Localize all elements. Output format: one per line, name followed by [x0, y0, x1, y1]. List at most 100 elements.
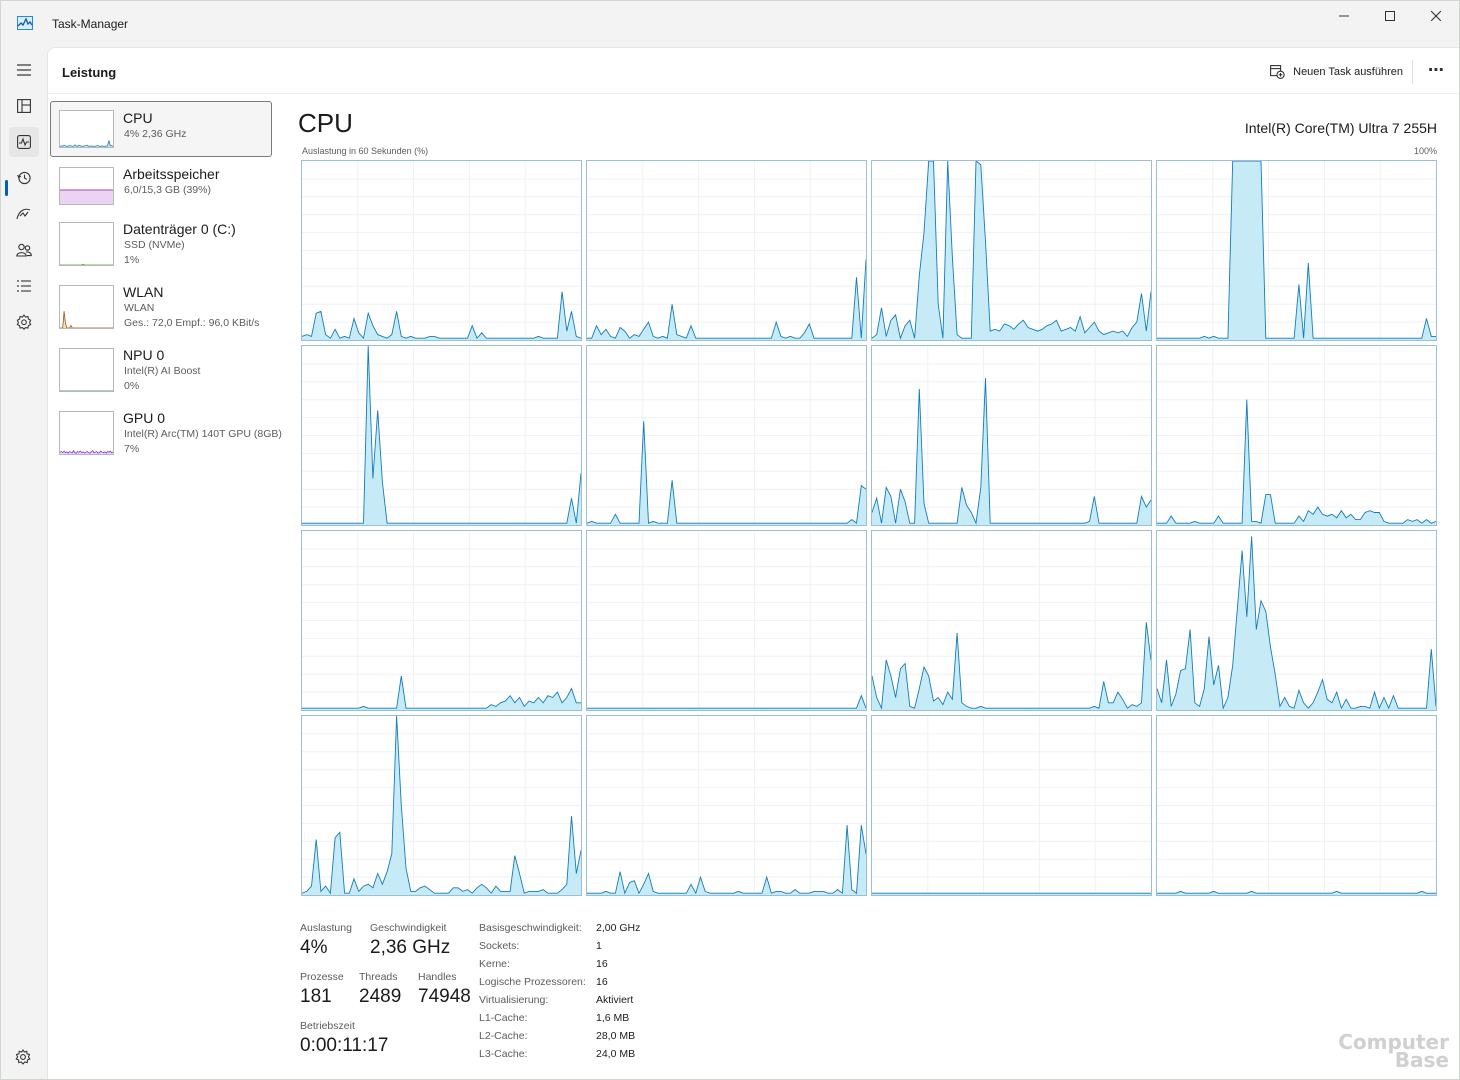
- npu-thumbnail-graph: [59, 348, 114, 392]
- uptime-value: 0:00:11:17: [300, 1035, 389, 1056]
- usage-area: [302, 676, 581, 710]
- resource-name: NPU 0: [123, 347, 165, 363]
- logical-processor-graph: [871, 160, 1152, 341]
- spec-value: 1: [596, 940, 602, 952]
- nav-services-button[interactable]: [9, 307, 39, 337]
- resource-item-wlan[interactable]: WLAN WLAN Ges.: 72,0 Empf.: 96,0 KBit/s: [50, 277, 272, 339]
- resource-item-gpu[interactable]: GPU 0 Intel(R) Arc(TM) 140T GPU (8GB) 7%: [50, 403, 282, 465]
- resource-detail: 4% 2,36 GHz: [124, 128, 187, 140]
- nav-users-button[interactable]: [9, 235, 39, 265]
- details-icon: [17, 280, 31, 292]
- minimize-button[interactable]: [1321, 1, 1367, 31]
- usage-line: [1157, 890, 1436, 894]
- services-icon: [16, 314, 32, 330]
- resource-usage: 7%: [124, 443, 140, 455]
- spec-label: Sockets:: [479, 940, 520, 952]
- nav-processes-button[interactable]: [9, 91, 39, 121]
- handles-value: 74948: [418, 986, 471, 1007]
- core-usage-chart: [587, 346, 866, 525]
- usage-line: [302, 716, 581, 895]
- page-title: Leistung: [62, 65, 117, 80]
- nav-performance-button[interactable]: [9, 127, 39, 157]
- wlan-thumbnail-graph: [59, 285, 114, 329]
- threads-value: 2489: [359, 986, 402, 1007]
- threads-label: Threads: [359, 971, 398, 983]
- active-nav-indicator: [5, 180, 8, 196]
- maximize-icon: [1385, 11, 1395, 21]
- logical-processor-graph: [586, 160, 867, 341]
- core-usage-chart: [587, 716, 866, 895]
- core-usage-chart: [302, 346, 581, 525]
- resource-item-cpu[interactable]: CPU 4% 2,36 GHz: [50, 101, 272, 157]
- speed-value: 2,36 GHz: [370, 937, 451, 958]
- spec-value: 16: [596, 958, 608, 970]
- usage-area: [302, 291, 581, 340]
- more-options-button[interactable]: ⋯: [1428, 60, 1445, 80]
- nav-hamburger-button[interactable]: [9, 55, 39, 85]
- resource-name: Datenträger 0 (C:): [123, 221, 236, 237]
- logical-processor-graph: [1156, 160, 1437, 341]
- spec-label: Basisgeschwindigkeit:: [479, 922, 582, 934]
- spec-value: 28,0 MB: [596, 1030, 636, 1042]
- spec-label: L1-Cache:: [479, 1012, 528, 1024]
- core-usage-chart: [302, 716, 581, 895]
- resource-item-npu[interactable]: NPU 0 Intel(R) AI Boost 0%: [50, 340, 272, 402]
- resource-detail: SSD (NVMe): [124, 239, 185, 251]
- thumbnail-line: [60, 263, 113, 265]
- usage-line: [1157, 161, 1436, 339]
- resource-detail: 6,0/15,3 GB (39%): [124, 184, 211, 196]
- usage-line: [872, 622, 1151, 710]
- logical-processor-graph: [871, 530, 1152, 711]
- resource-name: Arbeitsspeicher: [123, 166, 220, 182]
- nav-details-button[interactable]: [9, 271, 39, 301]
- handles-label: Handles: [418, 971, 457, 983]
- graph-axis-max: 100%: [1413, 146, 1437, 156]
- hamburger-menu-icon: [17, 64, 31, 76]
- logical-processor-graph: [586, 345, 867, 526]
- run-task-icon: [1270, 65, 1285, 79]
- resource-name: GPU 0: [123, 410, 166, 426]
- core-usage-chart: [1157, 346, 1436, 525]
- usage-line: [872, 161, 1151, 340]
- close-button[interactable]: [1413, 1, 1459, 31]
- logical-processor-graph: [301, 345, 582, 526]
- resource-item-disk[interactable]: Datenträger 0 (C:) SSD (NVMe) 1%: [50, 214, 272, 276]
- core-usage-chart: [302, 161, 581, 340]
- core-usage-chart: [872, 716, 1151, 895]
- usage-line: [587, 259, 866, 339]
- graph-axis-label: Auslastung in 60 Sekunden (%): [302, 146, 429, 156]
- spec-label: Kerne:: [479, 958, 510, 970]
- core-usage-chart: [1157, 161, 1436, 340]
- title-bar[interactable]: Task-Manager: [1, 1, 1459, 47]
- maximize-button[interactable]: [1367, 1, 1413, 31]
- spec-value: 16: [596, 976, 608, 988]
- resource-detail: WLAN: [124, 302, 155, 314]
- spec-label: Logische Prozessoren:: [479, 976, 586, 988]
- core-usage-chart: [1157, 716, 1436, 895]
- logical-processor-graphs: [301, 160, 1438, 896]
- run-new-task-button[interactable]: Neuen Task ausführen: [1270, 61, 1403, 83]
- usage-area: [1157, 536, 1436, 710]
- usage-area: [872, 622, 1151, 710]
- resource-item-memory[interactable]: Arbeitsspeicher 6,0/15,3 GB (39%): [50, 158, 272, 214]
- usage-line: [587, 694, 866, 709]
- nav-settings-button[interactable]: [15, 1049, 31, 1070]
- memory-thumbnail-graph: [59, 167, 114, 205]
- close-icon: [1431, 11, 1441, 21]
- cpu-heading: CPU: [298, 108, 353, 138]
- resource-usage: 1%: [124, 254, 140, 266]
- usage-area: [872, 378, 1151, 525]
- core-usage-chart: [302, 531, 581, 710]
- processes-label: Prozesse: [300, 971, 344, 983]
- spec-label: Virtualisierung:: [479, 994, 549, 1006]
- logical-processor-graph: [301, 530, 582, 711]
- nav-app-history-button[interactable]: [9, 163, 39, 193]
- spec-value: 1,6 MB: [596, 1012, 630, 1024]
- resource-detail: Intel(R) AI Boost: [124, 365, 201, 377]
- cpu-thumbnail-graph: [59, 110, 114, 148]
- usage-line: [302, 291, 581, 340]
- logical-processor-graph: [586, 715, 867, 896]
- watermark-logo: Computer Base: [1338, 1032, 1449, 1070]
- task-manager-window: Task-Manager Leistung Neuen Task ausführ…: [0, 0, 1460, 1080]
- nav-startup-apps-button[interactable]: [9, 199, 39, 229]
